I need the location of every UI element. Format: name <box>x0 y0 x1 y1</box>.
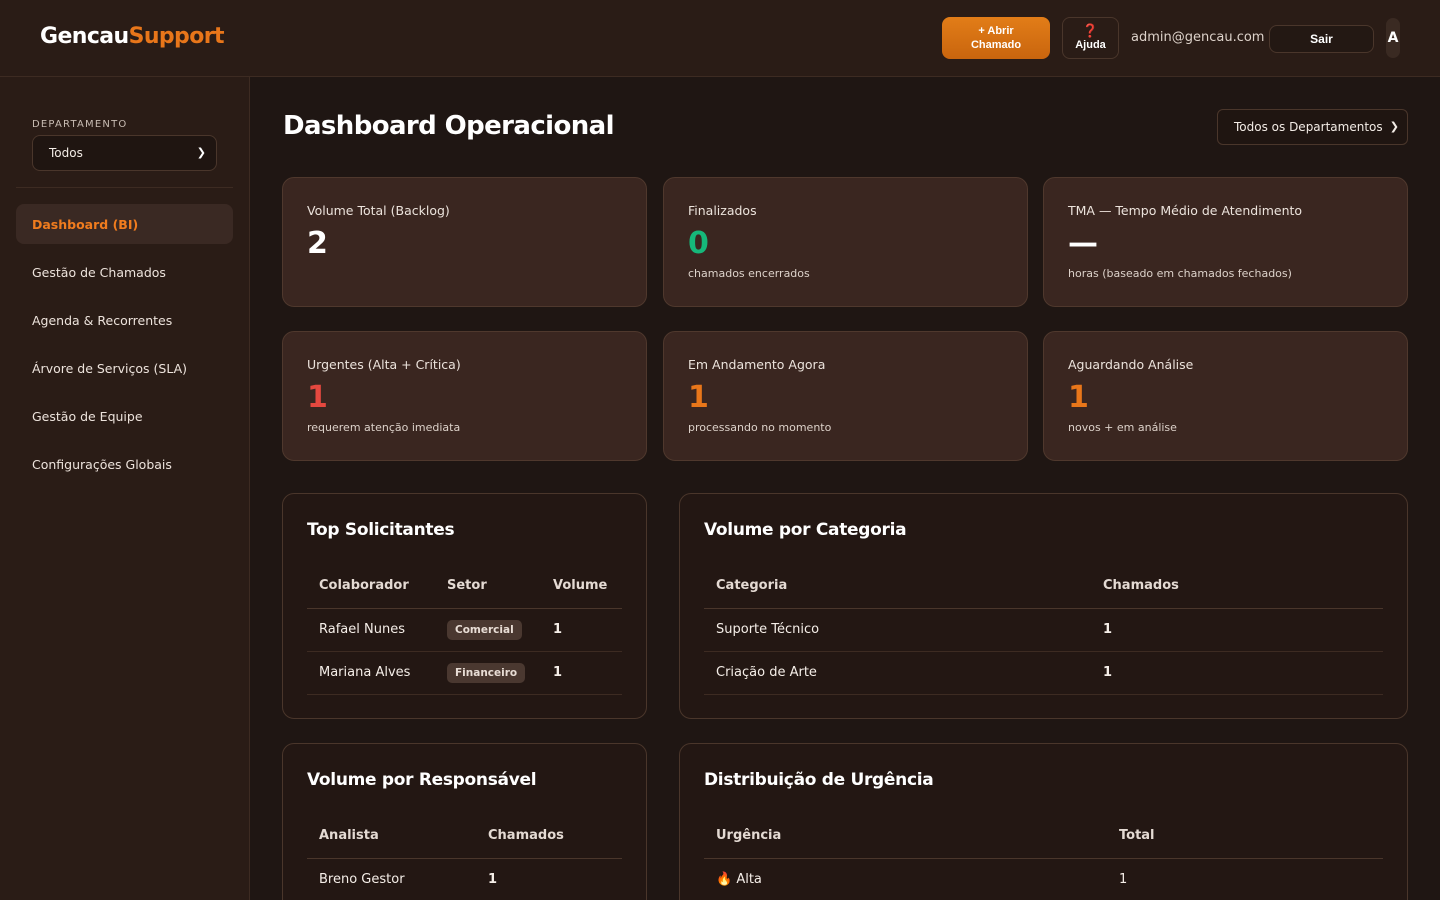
sidebar: DEPARTAMENTO Todos ❯ Dashboard (BI) Gest… <box>0 77 250 900</box>
avatar[interactable]: A <box>1386 18 1400 58</box>
kpi-card-awaiting: Aguardando Análise 1 novos + em análise <box>1043 331 1408 461</box>
chevron-down-icon: ❯ <box>1389 120 1399 133</box>
app-logo[interactable]: GencauSupport <box>40 24 224 49</box>
kpi-value: 1 <box>688 380 709 415</box>
sidebar-item-service-tree[interactable]: Árvore de Serviços (SLA) <box>16 348 233 388</box>
department-select[interactable]: Todos ❯ <box>32 135 217 171</box>
sidebar-item-tickets[interactable]: Gestão de Chamados <box>16 252 233 292</box>
table-row: Criação de Arte 1 <box>704 651 1383 695</box>
table-row: Breno Gestor 1 <box>307 858 622 900</box>
sidebar-item-dashboard[interactable]: Dashboard (BI) <box>16 204 233 244</box>
owner-volume-table: Analista Chamados Breno Gestor 1 <box>307 814 622 900</box>
chevron-down-icon: ❯ <box>196 146 206 159</box>
kpi-value: 1 <box>1068 380 1089 415</box>
help-button[interactable]: ❓ Ajuda <box>1062 17 1119 59</box>
top-requesters-panel: Top Solicitantes Colaborador Setor Volum… <box>282 493 647 719</box>
logout-button[interactable]: Sair <box>1269 25 1374 53</box>
sidebar-divider <box>16 187 233 188</box>
urgency-distribution-table: Urgência Total 🔥 Alta 1 <box>704 814 1383 900</box>
fire-icon: 🔥 <box>716 872 733 887</box>
kpi-card-backlog: Volume Total (Backlog) 2 <box>282 177 647 307</box>
table-row: 🔥 Alta 1 <box>704 858 1383 900</box>
department-filter-select[interactable]: Todos os Departamentos ❯ <box>1217 109 1408 145</box>
top-requesters-table: Colaborador Setor Volume Rafael Nunes Co… <box>307 564 622 695</box>
sidebar-item-settings[interactable]: Configurações Globais <box>16 444 233 484</box>
top-bar: GencauSupport + Abrir Chamado ❓ Ajuda ad… <box>0 0 1440 77</box>
question-icon: ❓ <box>1082 23 1099 38</box>
sidebar-nav: Dashboard (BI) Gestão de Chamados Agenda… <box>16 204 233 492</box>
category-volume-panel: Volume por Categoria Categoria Chamados … <box>679 493 1408 719</box>
kpi-value: 1 <box>307 380 328 415</box>
department-label: DEPARTAMENTO <box>32 119 128 130</box>
kpi-card-urgent: Urgentes (Alta + Crítica) 1 requerem ate… <box>282 331 647 461</box>
table-row: Suporte Técnico 1 <box>704 608 1383 652</box>
kpi-value: — <box>1068 226 1098 261</box>
category-volume-table: Categoria Chamados Suporte Técnico 1 Cri… <box>704 564 1383 695</box>
kpi-card-in-progress: Em Andamento Agora 1 processando no mome… <box>663 331 1028 461</box>
sidebar-item-schedule[interactable]: Agenda & Recorrentes <box>16 300 233 340</box>
open-ticket-button[interactable]: + Abrir Chamado <box>942 17 1050 59</box>
sidebar-item-team[interactable]: Gestão de Equipe <box>16 396 233 436</box>
page-title: Dashboard Operacional <box>283 111 614 141</box>
urgency-distribution-panel: Distribuição de Urgência Urgência Total … <box>679 743 1408 900</box>
kpi-value: 0 <box>688 226 709 261</box>
table-row: Rafael Nunes Comercial 1 <box>307 608 622 652</box>
kpi-card-tma: TMA — Tempo Médio de Atendimento — horas… <box>1043 177 1408 307</box>
owner-volume-panel: Volume por Responsável Analista Chamados… <box>282 743 647 900</box>
kpi-card-finished: Finalizados 0 chamados encerrados <box>663 177 1028 307</box>
kpi-value: 2 <box>307 226 328 261</box>
sector-badge: Financeiro <box>447 662 526 683</box>
user-email: admin@gencau.com <box>1131 30 1265 45</box>
table-row: Mariana Alves Financeiro 1 <box>307 651 622 695</box>
sector-badge: Comercial <box>447 619 522 640</box>
